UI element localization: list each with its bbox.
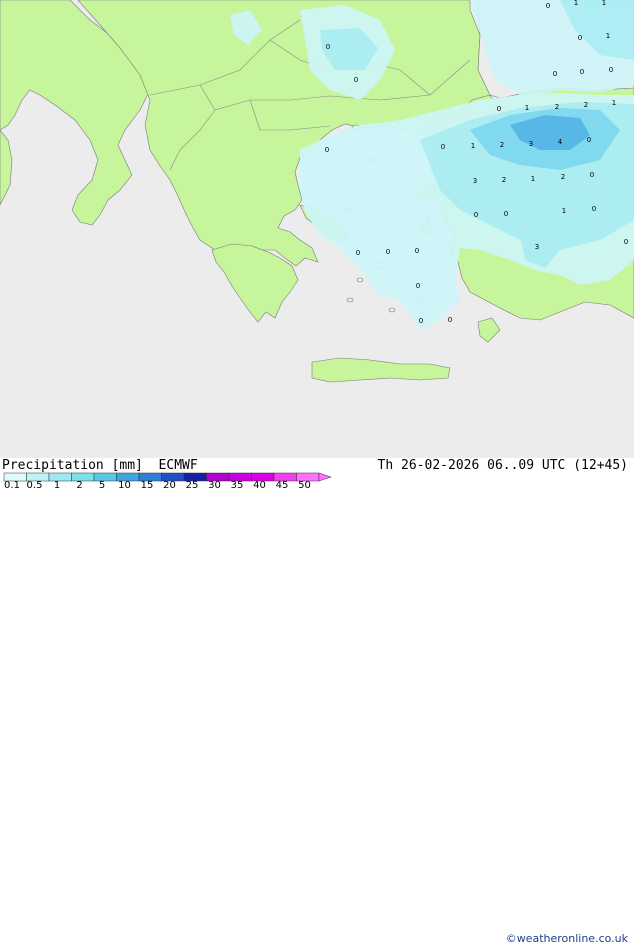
precip-title: Precipitation [mm]: [2, 458, 143, 473]
value-label: 1: [606, 32, 610, 40]
value-label: 1: [471, 142, 475, 150]
value-label: 0: [448, 316, 452, 324]
value-label: 0: [354, 76, 358, 84]
value-label: 0: [419, 317, 423, 325]
legend-tick-label: 40: [253, 480, 266, 491]
value-label: 0: [415, 247, 419, 255]
value-label: 4: [558, 138, 563, 146]
value-label: 0: [441, 143, 445, 151]
legend-tick-label: 30: [208, 480, 221, 491]
value-label: 0: [592, 205, 596, 213]
legend-tick-label: 25: [185, 480, 199, 491]
value-label: 0: [416, 282, 420, 290]
value-label: 0: [578, 34, 582, 42]
value-label: 1: [602, 0, 606, 7]
value-label: 0: [546, 2, 550, 10]
value-label: 1: [612, 99, 616, 107]
value-label: 0: [497, 105, 501, 113]
value-label: 0: [553, 70, 557, 78]
legend-tick-label: 0.1: [4, 480, 20, 491]
value-label: 1: [562, 207, 566, 215]
legend-tick-label: 15: [140, 480, 154, 491]
credit-link[interactable]: ©weatheronline.co.uk: [506, 932, 628, 945]
value-label: 1: [531, 175, 535, 183]
value-label: 0: [356, 249, 360, 257]
value-label: 3: [473, 177, 477, 185]
value-label: 0: [504, 210, 508, 218]
value-label: 0: [609, 66, 613, 74]
legend-tick-label: 45: [275, 480, 289, 491]
forecast-datetime: Th 26-02-2026 06..09 UTC (12+45): [377, 458, 628, 473]
legend-tick-label: 50: [298, 480, 311, 491]
value-label: 2: [561, 173, 565, 181]
legend-tick-label: 10: [118, 480, 131, 491]
legend-tick-label: 35: [230, 480, 244, 491]
legend-swatch: [48, 472, 72, 482]
value-label: 0: [590, 171, 594, 179]
legend-swatch: [71, 472, 95, 482]
value-label: 0: [624, 238, 628, 246]
value-label: 3: [535, 243, 539, 251]
legend-tick-label: 20: [163, 480, 176, 491]
value-label: 0: [580, 68, 584, 76]
value-label: 3: [529, 140, 533, 148]
value-label: 2: [500, 141, 504, 149]
value-label: 2: [555, 103, 559, 111]
legend-tick-label: 5: [98, 480, 106, 491]
value-label: 1: [525, 104, 529, 112]
legend-arrow: [318, 472, 332, 482]
value-label: 0: [474, 211, 478, 219]
footer-title: Precipitation [mm] ECMWF: [2, 458, 198, 473]
value-label: 0: [326, 43, 330, 51]
value-label: 0: [325, 146, 329, 154]
legend-tick-label: 2: [76, 480, 83, 491]
value-label: 1: [574, 0, 578, 7]
legend-tick-label: 0.5: [26, 480, 43, 491]
value-label: 2: [584, 101, 588, 109]
value-label: 0: [587, 136, 591, 144]
legend-tick-label: 1: [53, 480, 61, 491]
model-name: ECMWF: [158, 458, 198, 473]
value-label: 0: [386, 248, 390, 256]
value-label: 2: [502, 176, 506, 184]
precipitation-map[interactable]: 0 1 1 0 1 0 0 0 0 0 0 1 2 2 1 0 1 2 3 4 0 0 3 2 1 2 0 0 0 1 0 3 0 0 0 0 0 0 0: [0, 0, 634, 458]
footer: Precipitation [mm] ECMWF Th 26-02-2026 0…: [0, 458, 634, 945]
legend-swatch: [93, 472, 117, 482]
